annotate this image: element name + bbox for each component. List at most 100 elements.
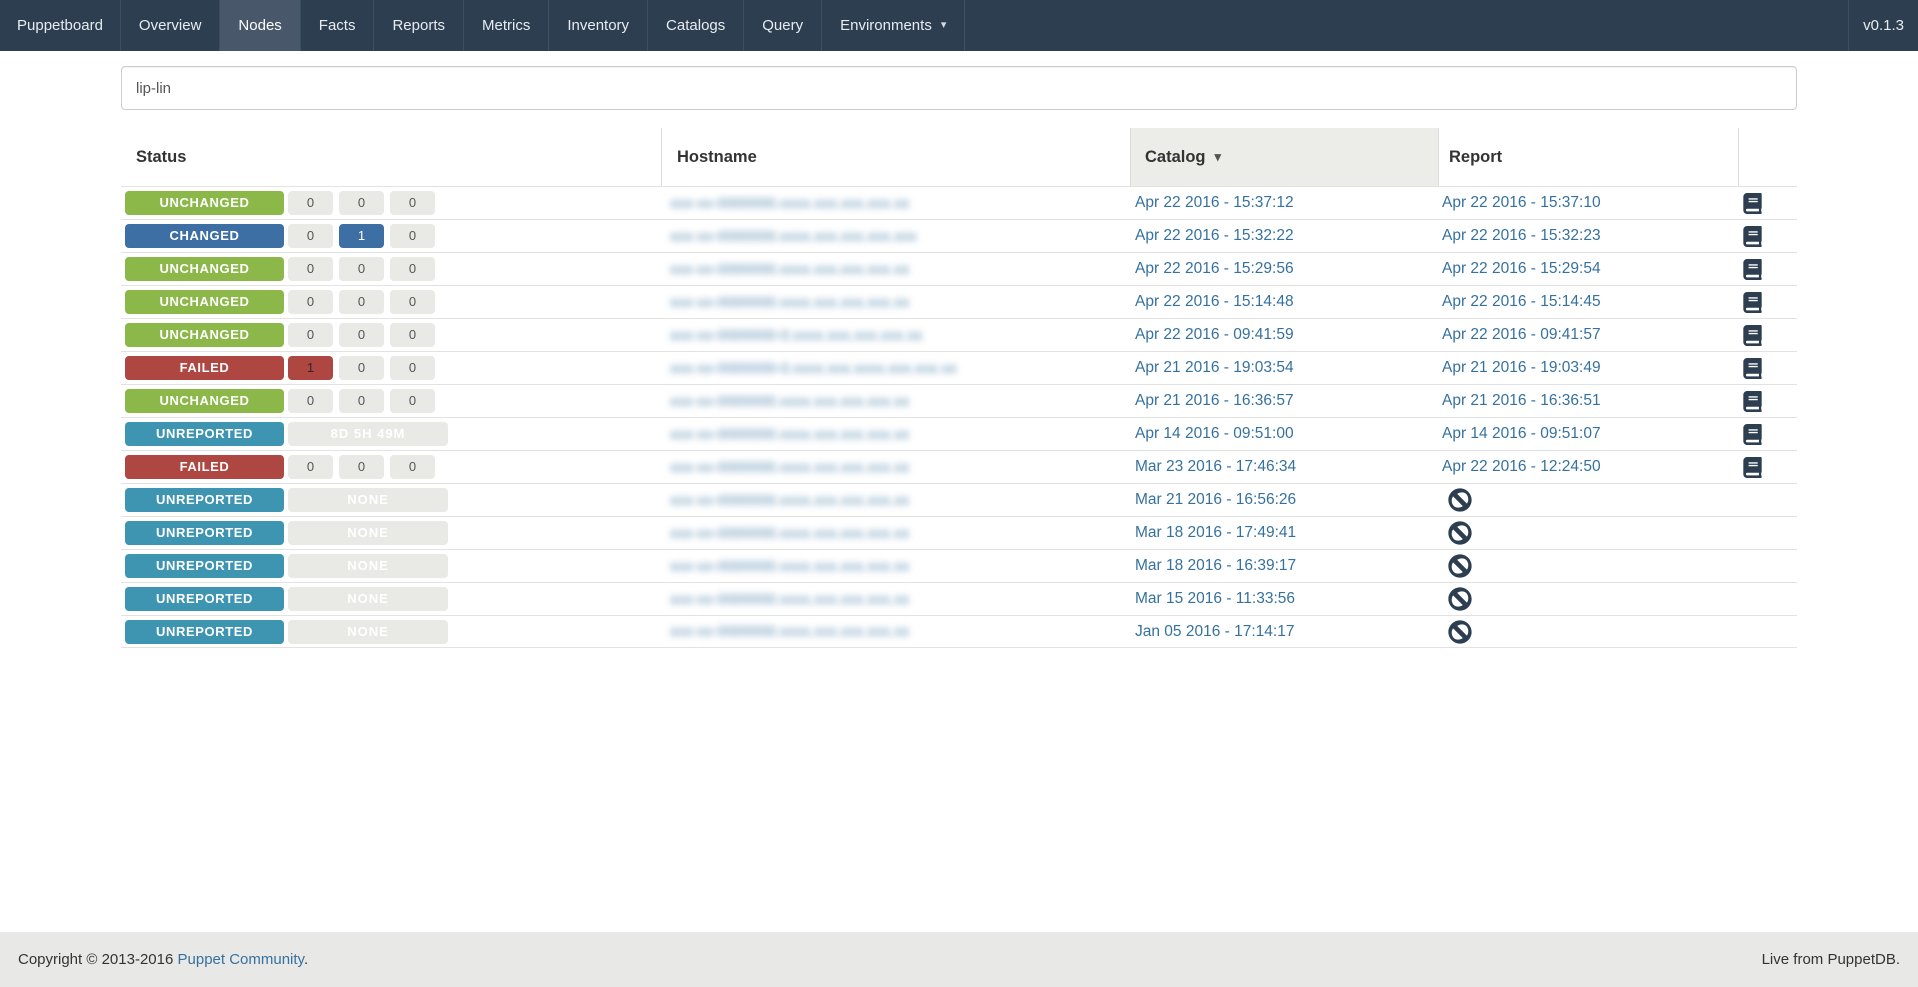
hostname-link-blurred[interactable]: xxx-xx-0000000.xxxx.xxx.xxx.xxx.xx <box>670 558 909 575</box>
hostname-link-blurred[interactable]: xxx-xx-0000000.xxxx.xxx.xxx.xxx.xx <box>670 623 909 640</box>
hostname-link-blurred[interactable]: xxx-xx-0000000.xxxx.xxx.xxx.xxx.xx <box>670 393 909 410</box>
nodes-table: Status Hostname Catalog ▾ Report UNCHANG… <box>121 128 1797 648</box>
status-badge[interactable]: UNCHANGED <box>125 389 284 413</box>
no-report-ban-icon <box>1448 488 1472 512</box>
status-badge[interactable]: UNREPORTED <box>125 587 284 611</box>
column-header-actions[interactable] <box>1739 128 1797 186</box>
hostname-link-blurred[interactable]: xxx-xx-0000000.xxxx.xxx.xxx.xxx.xx <box>670 261 909 278</box>
status-badge[interactable]: FAILED <box>125 356 284 380</box>
hostname-link-blurred[interactable]: xxx-xx-0000000.xxxx.xxx.xxx.xxx.xx <box>670 426 909 443</box>
nav-item-facts[interactable]: Facts ▾ <box>301 0 375 51</box>
catalog-timestamp-link[interactable]: Apr 22 2016 - 09:41:59 <box>1135 326 1294 344</box>
report-timestamp-link[interactable]: Apr 22 2016 - 15:32:23 <box>1442 227 1601 245</box>
catalog-timestamp-link[interactable]: Apr 22 2016 - 15:32:22 <box>1135 227 1294 245</box>
report-book-icon[interactable] <box>1742 192 1763 214</box>
catalog-timestamp-link[interactable]: Apr 22 2016 - 15:29:56 <box>1135 260 1294 278</box>
report-timestamp-link[interactable]: Apr 22 2016 - 09:41:57 <box>1442 326 1601 344</box>
catalog-timestamp-link[interactable]: Apr 22 2016 - 15:14:48 <box>1135 293 1294 311</box>
hostname-cell: xxx-xx-0000000-0.xxxx.xxx.xxx.xxx.xx <box>662 319 1131 351</box>
hostname-link-blurred[interactable]: xxx-xx-0000000.xxxx.xxx.xxx.xxx.xxx <box>670 228 917 245</box>
catalog-timestamp-link[interactable]: Mar 23 2016 - 17:46:34 <box>1135 458 1296 476</box>
nav-item-reports[interactable]: Reports ▾ <box>374 0 464 51</box>
status-badge[interactable]: UNCHANGED <box>125 191 284 215</box>
report-timestamp-link[interactable]: Apr 22 2016 - 12:24:50 <box>1442 458 1601 476</box>
status-badge[interactable]: UNCHANGED <box>125 290 284 314</box>
catalog-timestamp-link[interactable]: Mar 15 2016 - 11:33:56 <box>1135 590 1295 608</box>
table-row: UNREPORTED NONE xxx-xx-0000000.xxxx.xxx.… <box>121 615 1797 648</box>
status-badge[interactable]: UNREPORTED <box>125 488 284 512</box>
catalog-timestamp-link[interactable]: Apr 14 2016 - 09:51:00 <box>1135 425 1294 443</box>
report-timestamp-link[interactable]: Apr 22 2016 - 15:37:10 <box>1442 194 1601 212</box>
nav-item-overview[interactable]: Overview ▾ <box>121 0 221 51</box>
hostname-link-blurred[interactable]: xxx-xx-0000000.xxxx.xxx.xxx.xxx.xx <box>670 591 909 608</box>
report-timestamp-link[interactable]: Apr 21 2016 - 19:03:49 <box>1442 359 1601 377</box>
status-badge[interactable]: UNREPORTED <box>125 554 284 578</box>
hostname-link-blurred[interactable]: xxx-xx-0000000.xxxx.xxx.xxx.xxx.xx <box>670 195 909 212</box>
nav-item-environments[interactable]: Environments ▾ <box>822 0 966 51</box>
hostname-link-blurred[interactable]: xxx-xx-0000000.xxxx.xxx.xxx.xxx.xx <box>670 492 909 509</box>
report-timestamp-link[interactable]: Apr 22 2016 - 15:14:45 <box>1442 293 1601 311</box>
hostname-cell: xxx-xx-0000000.xxxx.xxx.xxx.xxx.xx <box>662 286 1131 318</box>
status-badge[interactable]: UNCHANGED <box>125 323 284 347</box>
status-badge[interactable]: CHANGED <box>125 224 284 248</box>
count-boxes: 8D 5H 49M <box>288 422 448 446</box>
column-header-report[interactable]: Report <box>1439 128 1739 186</box>
status-cell: FAILED 100 <box>121 352 662 384</box>
catalog-timestamp-link[interactable]: Mar 18 2016 - 17:49:41 <box>1135 524 1296 542</box>
status-cell: CHANGED 010 <box>121 220 662 252</box>
nav-item-query[interactable]: Query ▾ <box>744 0 823 51</box>
status-badge[interactable]: UNCHANGED <box>125 257 284 281</box>
nav-item-catalogs[interactable]: Catalogs ▾ <box>648 0 745 51</box>
catalog-timestamp-link[interactable]: Mar 18 2016 - 16:39:17 <box>1135 557 1296 575</box>
report-book-icon[interactable] <box>1742 258 1763 280</box>
hostname-link-blurred[interactable]: xxx-xx-0000000-0.xxxx.xxx.xxxx.xxx.xxx.x… <box>670 360 957 377</box>
catalog-timestamp-link[interactable]: Apr 21 2016 - 16:36:57 <box>1135 392 1294 410</box>
brand-puppetboard[interactable]: Puppetboard <box>0 0 121 51</box>
nav-item-metrics[interactable]: Metrics ▾ <box>464 0 550 51</box>
report-cell: Apr 14 2016 - 09:51:07 <box>1439 418 1739 450</box>
report-book-icon[interactable] <box>1742 456 1763 478</box>
column-header-catalog[interactable]: Catalog ▾ <box>1131 128 1439 186</box>
report-timestamp-link[interactable]: Apr 22 2016 - 15:29:54 <box>1442 260 1601 278</box>
report-timestamp-link[interactable]: Apr 21 2016 - 16:36:51 <box>1442 392 1601 410</box>
report-book-icon[interactable] <box>1742 390 1763 412</box>
catalog-cell: Apr 22 2016 - 09:41:59 <box>1131 319 1439 351</box>
report-timestamp-link[interactable]: Apr 14 2016 - 09:51:07 <box>1442 425 1601 443</box>
hostname-link-blurred[interactable]: xxx-xx-0000000.xxxx.xxx.xxx.xxx.xx <box>670 294 909 311</box>
catalog-cell: Apr 14 2016 - 09:51:00 <box>1131 418 1439 450</box>
report-book-icon[interactable] <box>1742 357 1763 379</box>
hostname-cell: xxx-xx-0000000.xxxx.xxx.xxx.xxx.xx <box>662 418 1131 450</box>
status-badge[interactable]: FAILED <box>125 455 284 479</box>
catalog-timestamp-link[interactable]: Apr 22 2016 - 15:37:12 <box>1135 194 1294 212</box>
hostname-link-blurred[interactable]: xxx-xx-0000000-0.xxxx.xxx.xxx.xxx.xx <box>670 327 923 344</box>
table-row: UNREPORTED NONE xxx-xx-0000000.xxxx.xxx.… <box>121 516 1797 549</box>
report-book-icon[interactable] <box>1742 423 1763 445</box>
count-boxes: 000 <box>288 455 435 479</box>
table-header-row: Status Hostname Catalog ▾ Report <box>121 128 1797 186</box>
status-badge[interactable]: UNREPORTED <box>125 521 284 545</box>
report-cell <box>1439 616 1739 647</box>
report-book-icon[interactable] <box>1742 291 1763 313</box>
nav-items: Overview ▾ Nodes ▾ Facts ▾ Reports ▾ Met… <box>121 0 966 51</box>
status-badge[interactable]: UNREPORTED <box>125 422 284 446</box>
count-box: 0 <box>339 191 384 215</box>
column-header-status[interactable]: Status <box>121 128 662 186</box>
status-badge[interactable]: UNREPORTED <box>125 619 284 644</box>
status-cell: UNCHANGED 000 <box>121 187 662 219</box>
column-header-hostname[interactable]: Hostname <box>662 128 1131 186</box>
catalog-timestamp-link[interactable]: Jan 05 2016 - 17:14:17 <box>1135 623 1294 641</box>
nav-item-nodes[interactable]: Nodes ▾ <box>220 0 301 51</box>
no-report-ban-icon <box>1448 619 1472 644</box>
hostname-link-blurred[interactable]: xxx-xx-0000000.xxxx.xxx.xxx.xxx.xx <box>670 459 909 476</box>
catalog-timestamp-link[interactable]: Mar 21 2016 - 16:56:26 <box>1135 491 1296 509</box>
report-book-icon[interactable] <box>1742 225 1763 247</box>
node-filter-input[interactable] <box>121 66 1797 110</box>
report-book-icon[interactable] <box>1742 324 1763 346</box>
actions-cell <box>1739 583 1797 615</box>
hostname-link-blurred[interactable]: xxx-xx-0000000.xxxx.xxx.xxx.xxx.xx <box>670 525 909 542</box>
count-box: 0 <box>390 389 435 413</box>
report-cell: Apr 22 2016 - 15:32:23 <box>1439 220 1739 252</box>
nav-item-inventory[interactable]: Inventory ▾ <box>549 0 649 51</box>
puppet-community-link[interactable]: Puppet Community <box>178 951 304 968</box>
catalog-timestamp-link[interactable]: Apr 21 2016 - 19:03:54 <box>1135 359 1294 377</box>
